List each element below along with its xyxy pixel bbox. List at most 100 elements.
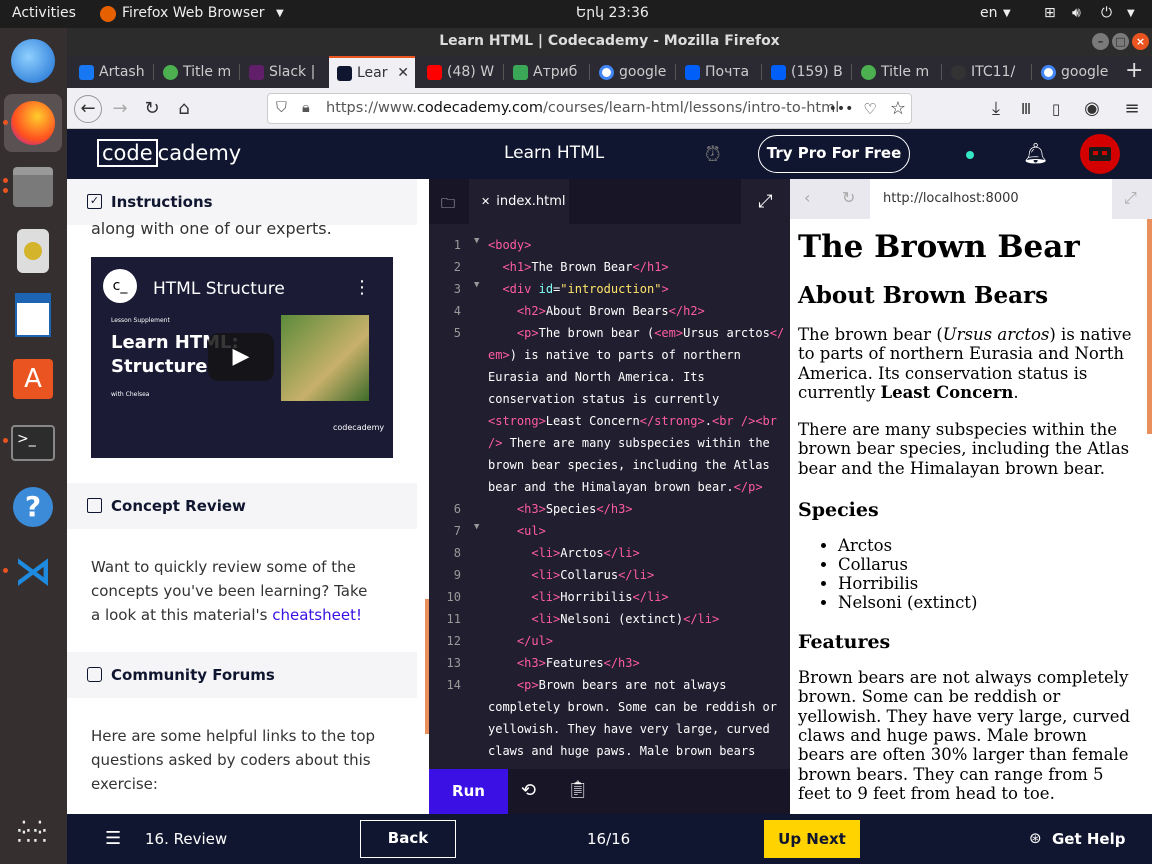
get-help-button[interactable]: Get Help	[1052, 830, 1125, 848]
back-arrow-icon[interactable]: ‹	[804, 188, 810, 207]
files-icon[interactable]	[4, 158, 62, 216]
help-icon[interactable]: ?	[4, 478, 62, 536]
community-forums-header[interactable]: Community Forums	[67, 652, 417, 698]
folder-icon[interactable]: 🗀	[441, 193, 455, 217]
new-tab-button[interactable]: +	[1125, 58, 1143, 83]
expand-icon[interactable]: ⤢	[1124, 188, 1137, 208]
rhythmbox-icon[interactable]	[4, 222, 62, 280]
kebab-menu-icon[interactable]: ⋮	[353, 277, 371, 298]
tab-title-1[interactable]: Title m	[155, 56, 235, 88]
cheatsheet-link[interactable]: cheatsheet!	[272, 606, 362, 624]
tab-strip: Artash Title m Slack | Lear ✕ (48) W Атри…	[67, 56, 1152, 88]
reset-icon[interactable]: ⟲	[521, 780, 536, 801]
tab-attrib[interactable]: Атриб	[505, 56, 585, 88]
app-menu[interactable]: Firefox Web Browser	[122, 5, 265, 21]
chat-icon	[87, 667, 102, 682]
window-titlebar: Learn HTML | Codecademy - Mozilla Firefo…	[67, 28, 1152, 56]
help-icon[interactable]: ⊛	[1029, 829, 1042, 847]
library-icon[interactable]: Ⅲ	[1013, 96, 1039, 122]
refresh-icon[interactable]: ↻	[842, 188, 855, 207]
chevron-down-icon: ▼	[1003, 8, 1011, 19]
reload-icon[interactable]: ↻	[139, 96, 165, 122]
video-with-text: with Chelsea	[111, 391, 150, 398]
window-title: Learn HTML | Codecademy - Mozilla Firefo…	[439, 33, 780, 49]
vscode-icon[interactable]: ⋊	[4, 542, 62, 600]
clipboard-icon[interactable]: 📋︎	[567, 780, 589, 800]
tab-mail-2[interactable]: (159) B	[763, 56, 847, 88]
video-supplement-text: Lesson Supplement	[111, 317, 170, 324]
bell-icon[interactable]: 🔔︎	[1023, 141, 1048, 165]
hamburger-menu-icon[interactable]: ≡	[1119, 96, 1145, 122]
power-icon[interactable]: ⏻	[1101, 5, 1112, 21]
file-tab[interactable]: ✕ index.html	[469, 179, 569, 224]
codecademy-logo[interactable]: code cademy	[97, 139, 241, 167]
lesson-label[interactable]: 16. Review	[145, 830, 227, 848]
concept-review-text: Want to quickly review some of the conce…	[91, 558, 368, 624]
instructions-text: along with one of our experts.	[91, 219, 332, 238]
tab-github[interactable]: ITC11/	[943, 56, 1027, 88]
video-player[interactable]: c_ HTML Structure ⋮ Lesson Supplement Le…	[91, 257, 393, 458]
minimize-button[interactable]: –	[1092, 33, 1109, 50]
firefox-window: Learn HTML | Codecademy - Mozilla Firefo…	[67, 28, 1152, 864]
preview-paragraph-1: The brown bear (Ursus arctos) is native …	[798, 325, 1132, 402]
back-arrow-icon[interactable]: ←	[74, 95, 102, 123]
language-indicator[interactable]: en	[980, 5, 998, 21]
avatar[interactable]	[1080, 134, 1120, 174]
pocket-icon[interactable]: ♡	[857, 96, 883, 122]
codecademy-header: code cademy Learn HTML ⏰︎ Try Pro For Fre…	[67, 129, 1152, 179]
preview-h1: The Brown Bear	[798, 229, 1080, 265]
close-icon[interactable]: ✕	[481, 195, 490, 208]
show-applications-icon[interactable]: ∴∴ ∴∴	[4, 804, 62, 862]
maximize-button[interactable]: □	[1112, 33, 1129, 50]
firefox-dock-icon[interactable]	[4, 94, 62, 152]
more-actions-icon[interactable]: •••	[828, 96, 854, 122]
sidebar-icon[interactable]: ▯	[1043, 96, 1069, 122]
run-button[interactable]: Run	[429, 769, 508, 814]
software-center-icon[interactable]: A	[4, 350, 62, 408]
globe-icon	[163, 65, 178, 80]
hamburger-menu-icon[interactable]: ☰	[105, 828, 121, 849]
system-top-bar: Activities Firefox Web Browser ▼ Երկ 23:…	[0, 0, 1152, 28]
scrollbar[interactable]	[1147, 219, 1152, 434]
tab-codecademy[interactable]: Lear ✕	[329, 56, 415, 88]
libreoffice-writer-icon[interactable]	[4, 286, 62, 344]
close-window-button[interactable]: ×	[1132, 33, 1149, 50]
expand-icon[interactable]: ⤢	[741, 179, 790, 224]
tab-icon	[513, 65, 528, 80]
back-button[interactable]: Back	[360, 820, 456, 858]
tab-mail-1[interactable]: Почта	[677, 56, 757, 88]
tab-youtube[interactable]: (48) W	[419, 56, 499, 88]
tab-title-2[interactable]: Title m	[853, 56, 937, 88]
firefox-icon	[100, 6, 116, 22]
browser-preview: ‹ ↻ http://localhost:8000 ⤢ The Brown Be…	[790, 179, 1152, 814]
play-button-icon[interactable]: ▶	[208, 333, 274, 381]
url-bar[interactable]: ⛉ 🔒︎ https://www.codecademy.com/courses/…	[267, 93, 912, 124]
try-pro-button[interactable]: Try Pro For Free	[758, 135, 910, 173]
account-icon[interactable]: ◉	[1079, 96, 1105, 122]
network-icon[interactable]: ⊞	[1044, 5, 1056, 21]
activities-button[interactable]: Activities	[12, 5, 76, 21]
download-icon[interactable]: ⤓	[983, 96, 1009, 122]
bookmark-star-icon[interactable]: ☆	[885, 96, 911, 122]
home-icon[interactable]: ⌂	[171, 96, 197, 122]
alarm-clock-icon[interactable]: ⏰︎	[705, 142, 721, 166]
concept-review-header[interactable]: Concept Review	[67, 483, 417, 529]
clock[interactable]: Երկ 23:36	[576, 5, 649, 21]
tab-slack[interactable]: Slack |	[241, 56, 321, 88]
tab-google-1[interactable]: google	[591, 56, 671, 88]
terminal-icon[interactable]: >_	[4, 414, 62, 472]
codecademy-icon: c_	[103, 269, 137, 303]
preview-url[interactable]: http://localhost:8000	[870, 179, 1112, 219]
thunderbird-icon[interactable]	[4, 32, 62, 90]
tab-facebook[interactable]: Artash	[71, 56, 151, 88]
tab-google-2[interactable]: google	[1033, 56, 1117, 88]
preview-h3-features: Features	[798, 631, 891, 654]
up-next-button[interactable]: Up Next	[764, 820, 860, 858]
preview-paragraph-3: Brown bears are not always completely br…	[798, 668, 1131, 803]
forward-arrow-icon[interactable]: →	[107, 96, 133, 122]
list-item: Collarus	[838, 555, 1138, 574]
preview-content: The Brown Bear About Brown Bears The bro…	[798, 227, 1138, 803]
volume-icon[interactable]: 🔊︎	[1072, 5, 1081, 21]
close-tab-icon[interactable]: ✕	[397, 58, 409, 88]
video-title[interactable]: HTML Structure	[153, 279, 285, 299]
